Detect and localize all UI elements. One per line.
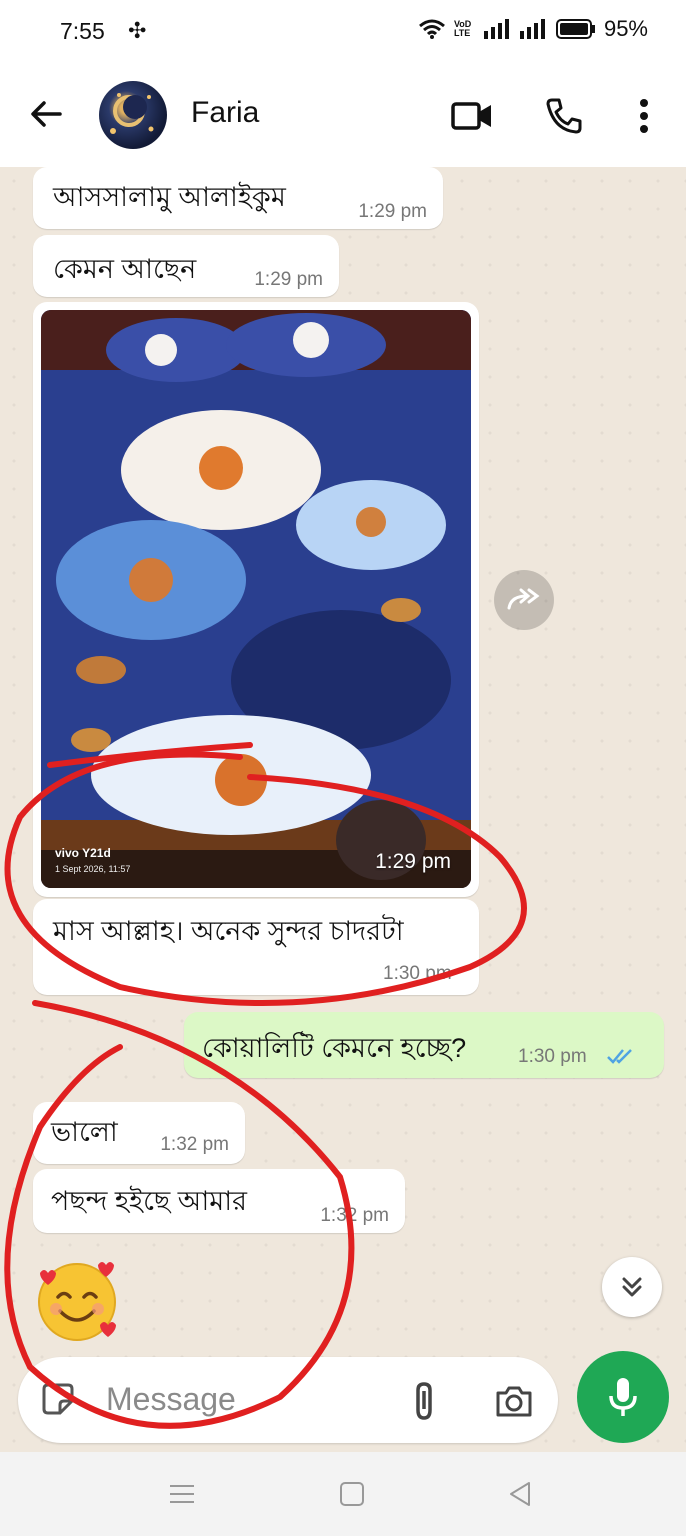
- bedsheet-photo[interactable]: vivo Y21d 1 Sept 2026, 11:57 1:29 pm: [41, 310, 471, 888]
- image-time: 1:29 pm: [375, 850, 451, 873]
- status-time: 7:55: [60, 18, 105, 44]
- message-composer: Message: [18, 1357, 558, 1443]
- message-time: 1:30 pm: [518, 1046, 587, 1067]
- chat-header: Faria: [0, 64, 686, 168]
- message-bubble-incoming[interactable]: মাস আল্লাহ। অনেক সুন্দর চাদরটা 1:30 pm: [33, 899, 479, 995]
- battery-percent: 95%: [603, 16, 648, 41]
- menu-icon[interactable]: [166, 1478, 198, 1510]
- more-vertical-icon: [640, 99, 648, 133]
- status-icons: VoD LTE 95%: [418, 16, 648, 42]
- message-time: 1:32 pm: [160, 1134, 229, 1155]
- image-message[interactable]: vivo Y21d 1 Sept 2026, 11:57 1:29 pm: [33, 302, 479, 897]
- attach-icon[interactable]: [404, 1379, 444, 1423]
- avatar-image: [110, 93, 154, 134]
- microphone-icon: [609, 1378, 637, 1416]
- photo-watermark-date: 1 Sept 2026, 11:57: [55, 864, 131, 874]
- signal-icon: [483, 19, 509, 39]
- message-time: 1:29 pm: [358, 201, 427, 222]
- message-text: কেমন আছেন: [53, 254, 197, 284]
- photo-watermark-model: vivo Y21d: [55, 846, 111, 860]
- message-bubble-outgoing[interactable]: কোয়ালিটি কেমনে হচ্ছে? 1:30 pm: [184, 1012, 664, 1078]
- message-time: 1:32 pm: [320, 1205, 389, 1226]
- chat-area[interactable]: আসসালামু আলাইকুম 1:29 pm কেমন আছেন 1:29 …: [0, 167, 686, 1452]
- more-options-button[interactable]: [622, 94, 666, 138]
- message-bubble-incoming[interactable]: আসসালামু আলাইকুম 1:29 pm: [33, 167, 443, 229]
- home-icon[interactable]: [336, 1478, 368, 1510]
- message-text: কোয়ালিটি কেমনে হচ্ছে?: [202, 1033, 467, 1063]
- message-bubble-incoming[interactable]: ভালো 1:32 pm: [33, 1102, 245, 1164]
- message-time: 1:30 pm: [383, 963, 452, 984]
- carrier-badge: VoD LTE: [453, 19, 472, 38]
- signal-icon-2: [519, 19, 545, 39]
- message-text: মাস আল্লাহ। অনেক সুন্দর চাদরটা: [53, 916, 404, 946]
- read-receipt-icon: [607, 1049, 632, 1064]
- message-input[interactable]: Message: [106, 1381, 236, 1418]
- video-call-icon: [451, 102, 491, 130]
- forward-button[interactable]: [494, 570, 554, 630]
- battery-icon: [555, 19, 595, 39]
- pinwheel-icon: ✣: [128, 18, 147, 43]
- wifi-icon: [418, 19, 445, 39]
- camera-icon[interactable]: [494, 1381, 534, 1421]
- double-chevron-down-icon: [622, 1277, 642, 1297]
- smiling-face-with-hearts-emoji[interactable]: [34, 1257, 120, 1343]
- back-nav-icon[interactable]: [504, 1478, 536, 1510]
- forward-icon: [507, 588, 540, 610]
- sticker-icon[interactable]: [40, 1381, 76, 1417]
- message-time: 1:29 pm: [254, 269, 323, 290]
- avatar[interactable]: [99, 81, 167, 149]
- message-bubble-incoming[interactable]: কেমন আছেন 1:29 pm: [33, 235, 339, 297]
- system-navigation-bar: [0, 1452, 686, 1536]
- message-text: আসসালামু আলাইকুম: [53, 182, 286, 212]
- voice-message-button[interactable]: [577, 1351, 669, 1443]
- message-text: পছন্দ হইছে আমার: [51, 1186, 247, 1216]
- photo-illustration: [41, 310, 471, 888]
- voice-call-button[interactable]: [542, 94, 586, 138]
- scroll-to-bottom-button[interactable]: [602, 1257, 662, 1317]
- voice-call-icon: [546, 98, 582, 134]
- message-text: ভালো: [51, 1117, 118, 1147]
- message-bubble-incoming[interactable]: পছন্দ হইছে আমার 1:32 pm: [33, 1169, 405, 1233]
- status-bar: 7:55 ✣ VoD LTE 95%: [0, 0, 686, 64]
- video-call-button[interactable]: [450, 94, 494, 138]
- contact-name[interactable]: Faria: [191, 96, 259, 130]
- back-arrow-icon[interactable]: [26, 94, 66, 134]
